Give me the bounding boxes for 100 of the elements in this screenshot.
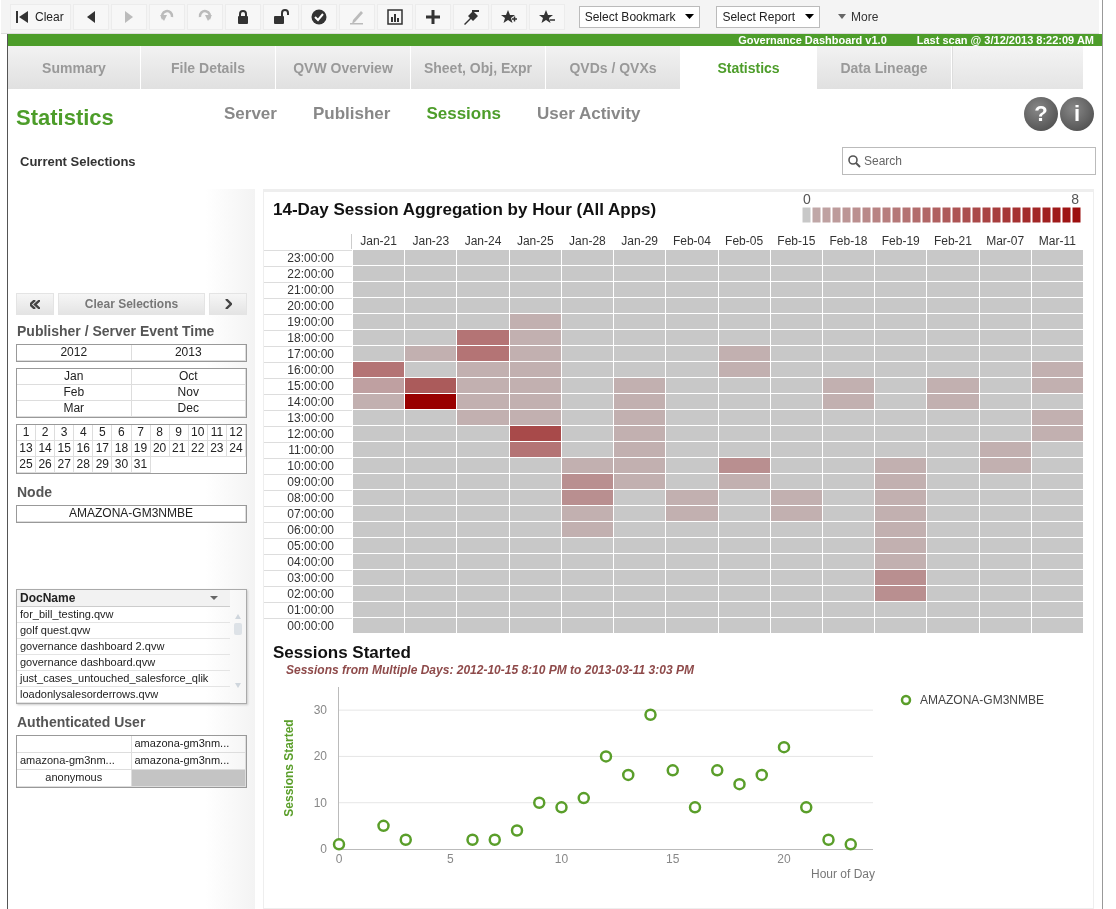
list-item[interactable]: 5	[93, 425, 113, 441]
list-item[interactable]: 20	[150, 441, 170, 457]
column-header: Jan-21	[359, 234, 398, 249]
unlock-button[interactable]	[262, 3, 299, 30]
list-item[interactable]: 2	[36, 425, 56, 441]
row-label: 13:00:00	[264, 410, 352, 425]
list-item[interactable]: 15	[55, 441, 75, 457]
column-header[interactable]: DocName	[17, 590, 230, 607]
column-header: Jan-29	[620, 234, 659, 249]
subtab[interactable]: Server	[206, 104, 295, 124]
plus-button[interactable]	[414, 3, 451, 30]
list-item[interactable]: 11	[207, 425, 227, 441]
search-field[interactable]: Search	[842, 147, 1096, 175]
column-header: Feb-05	[724, 234, 765, 249]
data-point	[466, 833, 479, 846]
list-item[interactable]: 19	[131, 441, 151, 457]
subtab[interactable]: Publisher	[294, 104, 409, 124]
table-cell[interactable]: anonymous	[17, 770, 132, 787]
help-button[interactable]: ?	[1024, 97, 1058, 131]
row-label: 17:00:00	[264, 346, 352, 361]
list-item[interactable]: just_cases_untouched_salesforce_qlik	[17, 671, 230, 687]
list-item[interactable]: 1	[17, 425, 37, 441]
list-item[interactable]: 6	[112, 425, 132, 441]
list-item[interactable]: loadonlysalesorderrows.qvw	[17, 687, 230, 703]
row-label: 06:00:00	[264, 522, 352, 537]
caret-icon	[805, 14, 815, 19]
list-item[interactable]: 26	[36, 457, 56, 473]
list-item[interactable]: 13	[17, 441, 37, 457]
listbox-title: Node	[17, 484, 53, 500]
list-item[interactable]: Mar	[17, 401, 132, 417]
check-circle-button[interactable]	[300, 3, 337, 30]
column-header: Feb-19	[880, 234, 921, 249]
dropdown[interactable]: Select Report	[716, 5, 821, 28]
row-label: 08:00:00	[264, 490, 352, 505]
star-minus-button[interactable]	[528, 3, 565, 30]
list-item[interactable]: 30	[112, 457, 132, 473]
list-item[interactable]: 27	[55, 457, 75, 473]
data-point	[777, 740, 791, 754]
data-point	[577, 791, 590, 805]
list-item[interactable]: Nov	[131, 385, 246, 401]
dropdown-label: Select Bookmark	[584, 9, 676, 24]
star-minus-icon	[538, 8, 555, 25]
row-label: 16:00:00	[264, 362, 352, 377]
pin-icon	[462, 8, 479, 25]
list-item[interactable]: Oct	[131, 369, 246, 385]
list-item[interactable]: governance dashboard.qvw	[17, 655, 230, 671]
data-point	[733, 777, 746, 791]
list-item[interactable]: 18	[112, 441, 132, 457]
dropdown[interactable]: Select Bookmark	[578, 5, 701, 28]
list-item[interactable]: 31	[131, 457, 151, 473]
data-point	[377, 819, 390, 833]
list-item[interactable]: 17	[93, 441, 113, 457]
current-selections-label: Current Selections	[20, 153, 136, 169]
back-arrow-button[interactable]	[72, 3, 109, 30]
previous-button[interactable]	[16, 293, 54, 315]
tick-label: 20	[313, 749, 327, 764]
lock-button[interactable]	[224, 3, 261, 30]
table-cell[interactable]: amazona-gm3nm...	[17, 753, 132, 770]
list-item[interactable]: 22	[188, 441, 208, 457]
list-item[interactable]: 10	[188, 425, 208, 441]
list-item[interactable]: 2012	[17, 345, 132, 361]
list-item[interactable]: 7	[131, 425, 151, 441]
list-item[interactable]: golf quest.qvw	[17, 623, 230, 639]
list-item[interactable]: 9	[169, 425, 189, 441]
list-item[interactable]: 2013	[131, 345, 246, 361]
list-item[interactable]: 14	[36, 441, 56, 457]
list-item[interactable]: 8	[150, 425, 170, 441]
list-item[interactable]: 16	[74, 441, 94, 457]
list-item[interactable]: Dec	[131, 401, 246, 417]
tick-label: 0	[320, 842, 327, 856]
list-item[interactable]: 23	[207, 441, 227, 457]
star-plus-button[interactable]	[490, 3, 527, 30]
list-item[interactable]: governance dashboard 2.qvw	[17, 639, 230, 655]
info-button[interactable]: i	[1060, 97, 1094, 131]
bar-chart-button[interactable]	[376, 3, 413, 30]
row-label: 01:00:00	[264, 602, 352, 617]
next-button[interactable]	[209, 293, 247, 315]
list-item[interactable]: 4	[74, 425, 94, 441]
list-item[interactable]: for_bill_testing.qvw	[17, 607, 230, 623]
row-label: 09:00:00	[264, 474, 352, 489]
subtab[interactable]: User Activity	[519, 104, 659, 124]
clear-selections-button[interactable]: Clear Selections	[58, 293, 205, 315]
data-point	[332, 838, 346, 851]
more-button[interactable]: More	[832, 8, 885, 25]
pin-button[interactable]	[452, 3, 489, 30]
list-item[interactable]: AMAZONA-GM3NMBE	[17, 506, 246, 522]
data-point	[755, 768, 768, 782]
list-item[interactable]: 3	[55, 425, 75, 441]
list-item[interactable]: 28	[74, 457, 94, 473]
row-label: 12:00:00	[264, 426, 352, 441]
list-item[interactable]: 25	[17, 457, 37, 473]
list-item[interactable]: Feb	[17, 385, 132, 401]
list-item[interactable]: 24	[226, 441, 246, 457]
list-item[interactable]: Jan	[17, 369, 132, 385]
list-item[interactable]: 21	[169, 441, 189, 457]
axis-title: Sessions Started	[282, 719, 296, 817]
list-item[interactable]: 29	[93, 457, 113, 473]
table-cell[interactable]: amazona-gm3nm...	[131, 736, 246, 753]
clear-button[interactable]: Clear	[10, 3, 71, 30]
list-item[interactable]: 12	[226, 425, 246, 441]
